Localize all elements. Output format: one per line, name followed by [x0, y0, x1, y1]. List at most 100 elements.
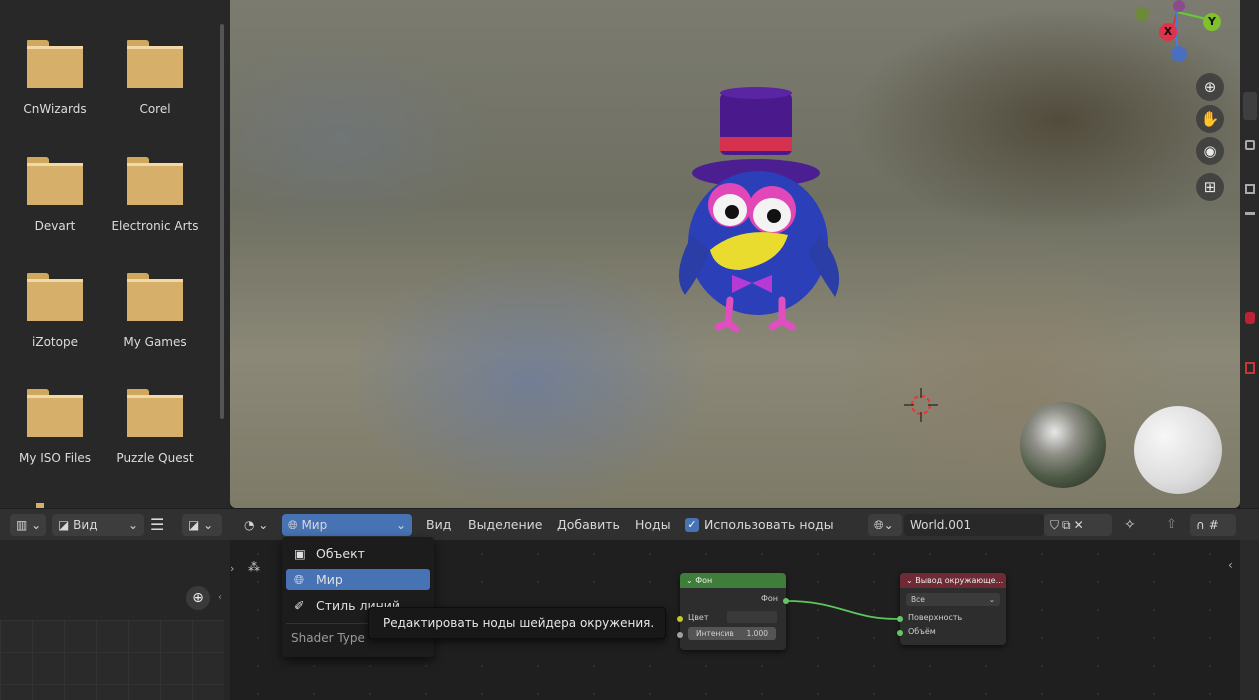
world-properties-icon[interactable] — [1245, 312, 1255, 324]
use-nodes-checkbox[interactable]: ✓ — [685, 518, 699, 532]
world-name-value: World.001 — [910, 518, 972, 532]
uv-grid — [0, 620, 224, 700]
object-icon: ▣ — [294, 546, 306, 561]
color-swatch[interactable] — [727, 611, 777, 623]
folder-item[interactable]: Devart — [5, 157, 105, 233]
folder-item[interactable]: My ISO Files — [5, 389, 105, 465]
hamburger-menu-icon[interactable]: ☰ — [150, 514, 164, 536]
panel-collapse-icon[interactable]: ‹ — [218, 592, 222, 603]
strength-field[interactable]: Интенсив 1.000 — [688, 627, 776, 640]
tool-icon[interactable] — [1245, 184, 1255, 194]
axis-z-dot[interactable] — [1171, 46, 1187, 62]
menu-item-label: Объект — [316, 546, 365, 561]
camera-icon[interactable]: ◉ — [1196, 137, 1224, 165]
strength-input-socket[interactable] — [677, 632, 683, 638]
chevron-down-icon: ⌄ — [988, 595, 995, 604]
texture-icon[interactable] — [1245, 362, 1255, 374]
color-input-socket[interactable] — [677, 616, 683, 622]
target-dropdown[interactable]: Все ⌄ — [906, 593, 1000, 606]
chevron-down-icon: ⌄ — [395, 518, 406, 532]
editor-type-button[interactable]: ▥ ⌄ — [10, 514, 46, 536]
tooltip-text: Редактировать ноды шейдера окружения. — [383, 616, 655, 630]
folder-item[interactable]: Puzzle Quest — [105, 389, 205, 465]
hdri-chrome-sphere — [1020, 402, 1106, 488]
image-icon: ◪ — [58, 518, 70, 532]
image-browse-button[interactable]: ◪ ⌄ — [182, 514, 222, 536]
menu-view[interactable]: Вид — [426, 514, 451, 536]
folder-icon — [27, 273, 83, 321]
close-icon[interactable]: ✕ — [1074, 518, 1087, 532]
volume-input-socket[interactable] — [897, 630, 903, 636]
linestyle-icon: ✐ — [294, 598, 305, 613]
folder-item[interactable]: CnWizards — [5, 40, 105, 116]
menu-add[interactable]: Добавить — [557, 514, 620, 536]
folder-icon — [27, 40, 83, 88]
file-browser-scrollbar[interactable] — [220, 24, 224, 419]
shader-type-dropdown[interactable]: 🌐︎ Мир ⌄ — [282, 514, 412, 536]
axis-neg-y-dot[interactable] — [1135, 7, 1149, 21]
grid-perspective-icon[interactable]: ⊞ — [1196, 173, 1224, 201]
snap-magnet-icon[interactable]: ∩ — [1196, 518, 1209, 532]
snap-grid-icon[interactable]: # — [1209, 518, 1223, 532]
strength-value: 1.000 — [746, 629, 768, 638]
background-output-socket[interactable] — [783, 598, 789, 604]
folder-item[interactable]: Corel — [105, 40, 205, 116]
hand-pan-icon[interactable]: ✋ — [1196, 105, 1224, 133]
pin-icon[interactable]: ✧ — [1124, 514, 1136, 536]
surface-label: Поверхность — [908, 613, 963, 622]
menu-item-label: Мир — [316, 572, 343, 587]
tool-icon[interactable] — [1245, 212, 1255, 222]
world-output-node-header[interactable]: ⌄ Вывод окружающе... — [900, 573, 1006, 588]
folder-item[interactable]: My Games — [105, 273, 205, 349]
zoom-icon[interactable]: ⊕ — [1196, 73, 1224, 101]
menu-footer-label: Shader Type — [291, 631, 365, 645]
node-editor-icon: ◔ — [244, 518, 255, 532]
folder-icon — [27, 389, 83, 437]
menu-item-object[interactable]: ▣ Объект — [286, 543, 430, 564]
world-icon: 🌐︎ — [288, 518, 298, 532]
world-name-field[interactable]: World.001 — [904, 514, 1044, 536]
menu-select[interactable]: Выделение — [468, 514, 542, 536]
image-icon: ◪ — [188, 518, 200, 532]
fake-user-shield-icon[interactable]: ⛉ — [1050, 518, 1062, 532]
folder-label: My Games — [123, 335, 187, 349]
world-browse-button[interactable]: 🌐︎⌄ — [868, 514, 902, 536]
3d-cursor-icon — [904, 388, 938, 422]
axis-y-dot[interactable]: Y — [1203, 13, 1221, 31]
3d-viewport[interactable]: X Y ⊕ ✋ ◉ ⊞ — [230, 0, 1240, 508]
axis-x-dot[interactable]: X — [1159, 23, 1177, 41]
use-nodes-label[interactable]: Использовать ноды — [704, 514, 834, 536]
image-editor-icon: ▥ — [16, 518, 28, 532]
surface-input-socket[interactable] — [897, 616, 903, 622]
shader-editor-type-button[interactable]: ◔ ⌄ — [238, 514, 274, 536]
navigation-gizmo[interactable]: X Y — [1135, 0, 1221, 70]
tooltip: Редактировать ноды шейдера окружения. — [368, 607, 666, 639]
folder-label: Corel — [139, 102, 171, 116]
folder-item[interactable]: iZotope — [5, 273, 105, 349]
editor-header: ▥ ⌄ ◪ Вид ⌄ ☰ ◪ ⌄ ◔ ⌄ 🌐︎ Мир ⌄ Вид Выдел… — [0, 508, 1259, 540]
background-node[interactable]: ⌄ Фон Фон Цвет Интенсив 1.000 — [677, 573, 789, 650]
shader-type-label: Мир — [301, 518, 328, 532]
tool-icon[interactable] — [1245, 140, 1255, 150]
world-datablock-buttons: ⛉⧉✕ — [1044, 514, 1112, 536]
axis-neg-z-dot[interactable] — [1173, 0, 1185, 12]
menu-item-world[interactable]: 🌐︎ Мир — [286, 569, 430, 590]
menu-nodes[interactable]: Ноды — [635, 514, 671, 536]
parent-node-tree-icon[interactable]: ⇧ — [1166, 514, 1177, 536]
folder-label: Devart — [34, 219, 76, 233]
folder-label: CnWizards — [23, 102, 87, 116]
view-mode-dropdown[interactable]: ◪ Вид ⌄ — [52, 514, 144, 536]
tab-handle[interactable] — [1243, 92, 1257, 120]
world-icon: 🌐︎ — [874, 518, 884, 532]
duplicate-icon[interactable]: ⧉ — [1062, 518, 1074, 532]
folder-label: iZotope — [32, 335, 78, 349]
folder-label: My ISO Files — [18, 451, 92, 465]
zoom-icon[interactable]: ⊕ — [186, 586, 210, 610]
world-output-node[interactable]: ⌄ Вывод окружающе... Все ⌄ Поверхность О… — [897, 573, 1006, 645]
bird-character-model[interactable] — [670, 85, 850, 335]
view-mode-label: Вид — [73, 518, 98, 532]
file-browser: CnWizards Corel Devart Electronic Arts i… — [0, 0, 230, 508]
folder-item[interactable]: Electronic Arts — [105, 157, 205, 233]
snap-buttons: ∩# — [1190, 514, 1236, 536]
background-node-header[interactable]: ⌄ Фон — [680, 573, 786, 588]
